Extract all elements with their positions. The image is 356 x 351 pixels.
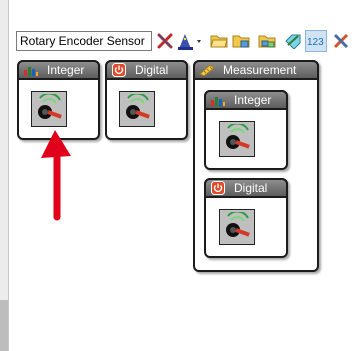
measurement-digital-panel[interactable]: Digital <box>204 178 288 258</box>
tools-icon[interactable] <box>330 30 352 52</box>
rotary-encoder-sensor-icon[interactable] <box>219 209 255 245</box>
measurement-panel[interactable]: Measurement Integer Digital <box>193 60 319 272</box>
ruler-icon <box>199 63 215 77</box>
left-pane-edge <box>0 0 9 351</box>
digital-panel[interactable]: Digital <box>105 60 188 140</box>
folder-stack-icon[interactable] <box>256 30 278 52</box>
integer-panel-header[interactable]: Integer <box>17 60 100 80</box>
number-123-icon[interactable]: 123 <box>305 30 327 52</box>
folder-open-icon[interactable] <box>208 30 230 52</box>
panel-title: Digital <box>234 181 268 195</box>
panel-title: Digital <box>135 63 169 77</box>
digital-power-icon <box>210 181 226 195</box>
integer-bars-icon <box>210 93 226 107</box>
close-x-icon[interactable] <box>154 30 176 52</box>
rotary-encoder-sensor-icon[interactable] <box>119 91 155 127</box>
panel-title: Integer <box>47 63 85 77</box>
measurement-panel-header[interactable]: Measurement <box>193 60 319 80</box>
svg-text:123: 123 <box>307 37 324 48</box>
digital-power-icon <box>111 63 127 77</box>
tag-edit-icon[interactable] <box>282 30 304 52</box>
wizard-hat-icon[interactable] <box>176 30 204 52</box>
red-arrow-annotation <box>41 130 71 221</box>
panel-title: Measurement <box>223 63 297 77</box>
measurement-digital-panel-header[interactable]: Digital <box>204 178 288 198</box>
folder-copy-icon[interactable] <box>230 30 252 52</box>
measurement-integer-panel[interactable]: Integer <box>204 90 288 170</box>
rotary-encoder-sensor-icon[interactable] <box>219 121 255 157</box>
digital-panel-header[interactable]: Digital <box>105 60 188 80</box>
search-input[interactable] <box>16 31 152 51</box>
panel-title: Integer <box>234 93 272 107</box>
integer-bars-icon <box>23 63 39 77</box>
scrollbar-sliver[interactable] <box>0 300 8 351</box>
measurement-integer-panel-header[interactable]: Integer <box>204 90 288 110</box>
